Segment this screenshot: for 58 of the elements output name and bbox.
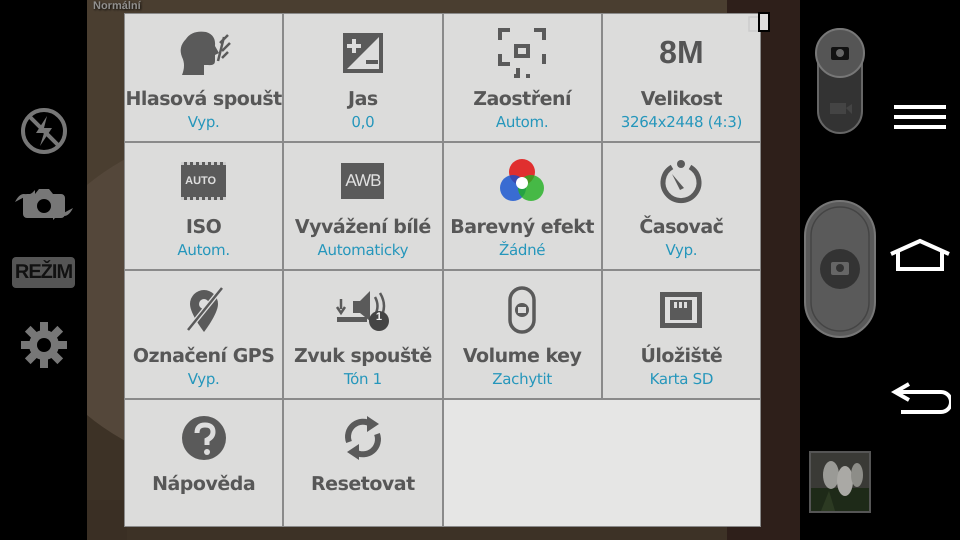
mode-label: Normální [93, 0, 141, 12]
tile-value: Vyp. [188, 112, 220, 132]
settings-tile[interactable]: Označení GPS Vyp. [125, 271, 282, 398]
size-icon-text: 8M [659, 34, 704, 71]
film-icon: AUTO [181, 162, 226, 200]
memory-card-icon [658, 290, 704, 330]
settings-tile[interactable]: Volume key Zachytit [444, 271, 601, 398]
back-icon[interactable] [889, 380, 951, 416]
number-label: 1 [368, 310, 389, 330]
settings-tile[interactable]: Nápověda [125, 400, 282, 526]
settings-tile[interactable]: Úložiště Karta SD [602, 271, 760, 398]
tile-title: Resetovat [311, 472, 415, 496]
menu-icon[interactable] [892, 104, 948, 130]
tile-value: Vyp. [188, 368, 220, 390]
home-icon[interactable] [888, 238, 952, 272]
settings-icon[interactable] [18, 320, 68, 370]
tile-title: Nápověda [152, 472, 256, 496]
tile-value: Autom. [177, 240, 230, 261]
settings-tile[interactable]: 1 Zvuk spouště Tón 1 [284, 271, 442, 398]
settings-tile[interactable]: Resetovat [284, 400, 442, 526]
storage-status-icon [747, 11, 771, 33]
settings-tile[interactable]: Jas 0,0 [284, 14, 442, 140]
volume-key-icon [508, 286, 536, 334]
tile-value: Automaticky [318, 240, 408, 261]
tile-value: Vyp. [665, 240, 698, 261]
tile-value: Karta SD [650, 368, 714, 390]
help-icon [180, 415, 227, 461]
settings-tile[interactable]: AUTO ISO Autom. [125, 142, 282, 269]
awb-icon: AWB [341, 163, 384, 199]
tile-title: Barevný efekt [450, 215, 594, 239]
tile-title: Volume key [462, 344, 582, 368]
tile-value: 3264x2448 (4:3) [620, 112, 742, 132]
gallery-thumbnail[interactable] [809, 451, 871, 513]
tile-title: Úložiště [640, 344, 722, 368]
flash-off-icon[interactable] [18, 106, 68, 156]
tile-title: ISO [186, 215, 222, 239]
focus-frame-icon [498, 28, 546, 78]
settings-tile[interactable]: Barevný efekt Žádné [444, 142, 601, 269]
settings-tile[interactable]: Zaostření Autom. [444, 14, 601, 140]
tile-value: 0,0 [351, 112, 374, 132]
exposure-icon [342, 32, 384, 74]
timer-icon [658, 158, 704, 204]
tile-title: Vyvážení bílé [294, 215, 431, 239]
tile-title: Zaostření [473, 86, 572, 110]
settings-tile[interactable]: Časovač Vyp. [602, 142, 760, 269]
tile-title: Velikost [640, 86, 722, 110]
settings-tile[interactable]: AWB Vyvážení bílé Automaticky [284, 142, 442, 269]
tile-title: Časovač [639, 215, 724, 239]
tile-value: Tón 1 [344, 368, 382, 390]
tile-value: Autom. [496, 112, 548, 132]
tile-value: Zachytit [492, 368, 552, 390]
tile-title: Označení GPS [132, 344, 274, 368]
settings-tile[interactable]: 8M Velikost 3264x2448 (4:3) [602, 14, 760, 140]
tile-value: Žádné [499, 240, 546, 261]
tile-title: Jas [348, 86, 378, 110]
tile-title: Zvuk spouště [294, 344, 432, 368]
settings-tile[interactable]: Hlasová spoušt Vyp. [125, 14, 282, 140]
tile-title: Hlasová spoušt [125, 86, 282, 110]
